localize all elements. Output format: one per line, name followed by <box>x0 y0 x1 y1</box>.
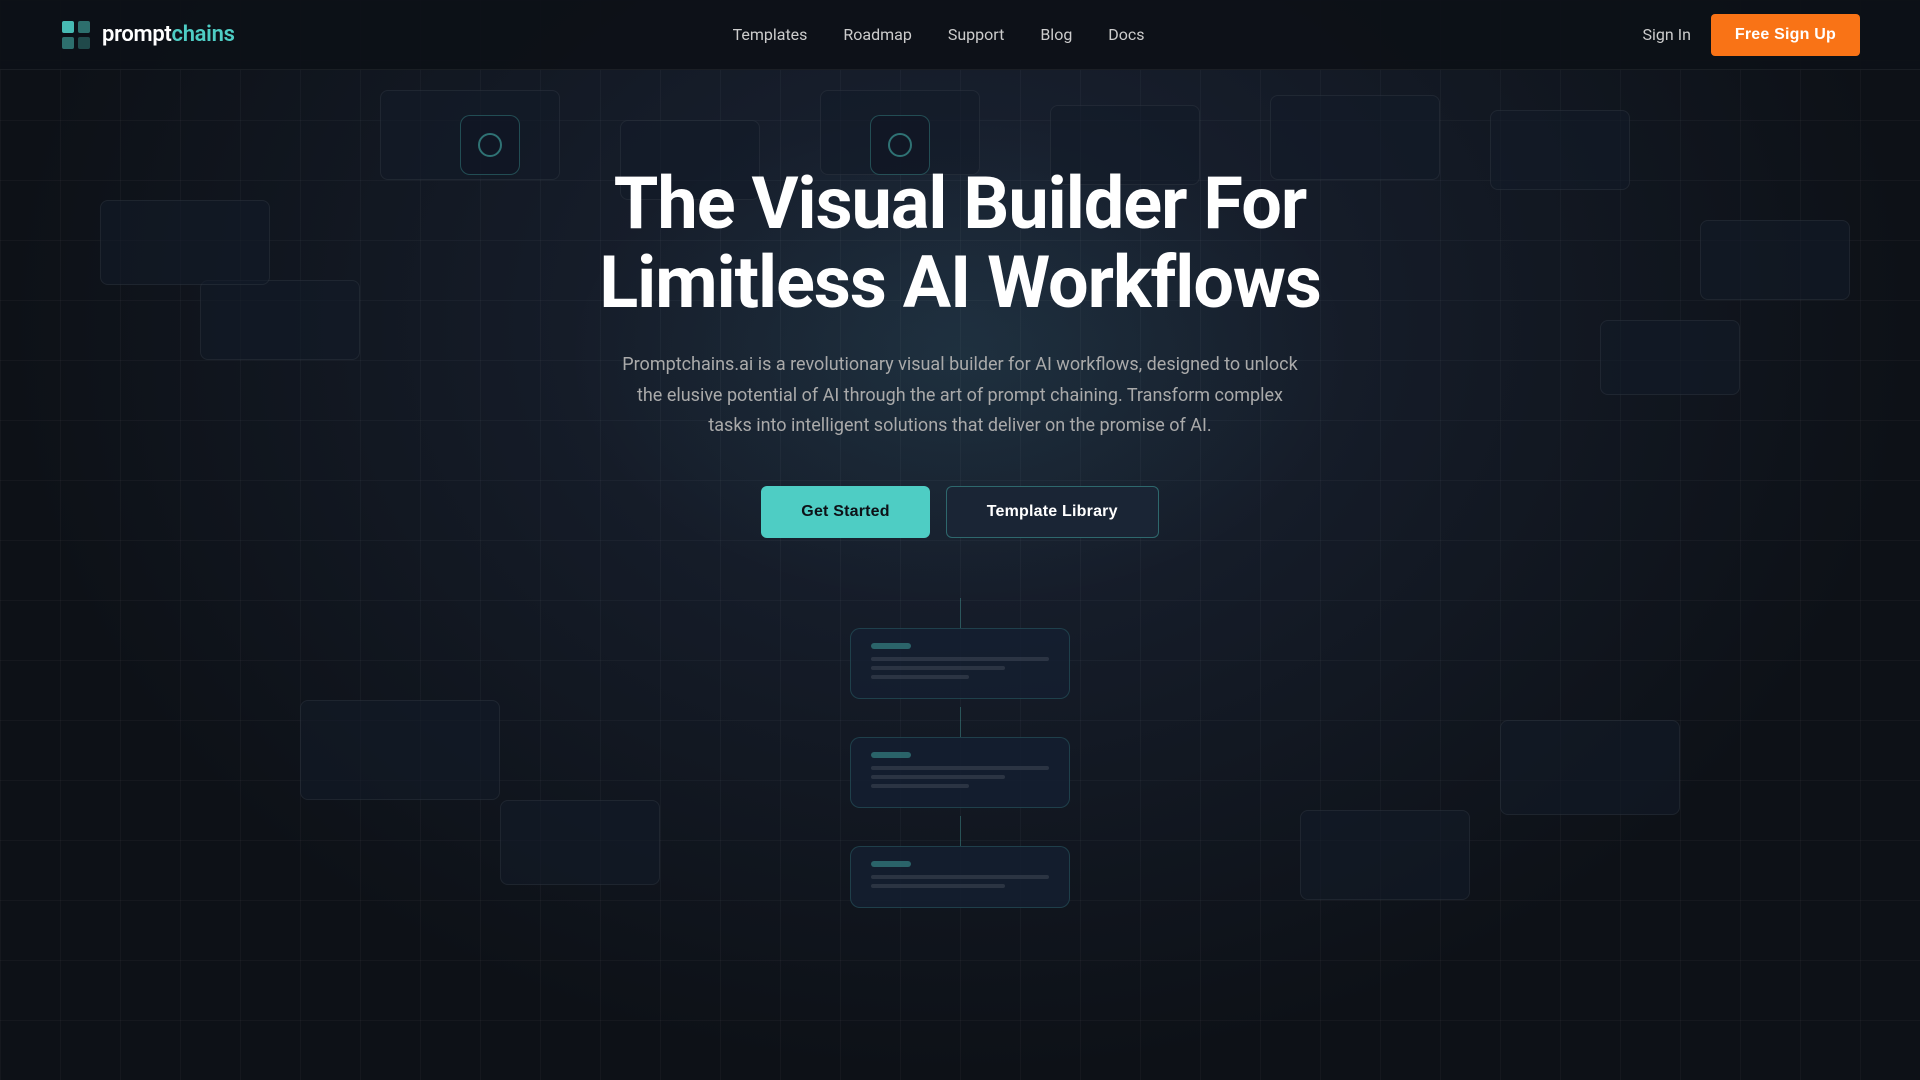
logo-icon <box>60 19 92 51</box>
free-signup-button[interactable]: Free Sign Up <box>1711 14 1860 56</box>
navbar: promptchains Templates Roadmap Support B… <box>0 0 1920 70</box>
preview-node-1-header <box>871 643 911 649</box>
template-library-button[interactable]: Template Library <box>946 486 1159 538</box>
preview-node-2 <box>850 737 1070 808</box>
preview-node-2-line-3 <box>871 784 969 788</box>
preview-node-1-line-3 <box>871 675 969 679</box>
logo-text: promptchains <box>102 22 235 47</box>
preview-node-2-line-1 <box>871 766 1049 770</box>
logo[interactable]: promptchains <box>60 19 235 51</box>
hero-content: The Visual Builder For Limitless AI Work… <box>559 164 1361 538</box>
preview-node-3-line-1 <box>871 875 1049 879</box>
hero-buttons: Get Started Template Library <box>599 486 1321 538</box>
hero-section: The Visual Builder For Limitless AI Work… <box>0 0 1920 1080</box>
nav-item-templates[interactable]: Templates <box>733 25 808 44</box>
preview-node-1-line-1 <box>871 657 1049 661</box>
hero-subtitle: Promptchains.ai is a revolutionary visua… <box>620 350 1300 442</box>
preview-node-1 <box>850 628 1070 699</box>
hero-preview <box>720 598 1200 916</box>
nav-links: Templates Roadmap Support Blog Docs <box>733 25 1145 44</box>
nav-item-docs[interactable]: Docs <box>1108 25 1144 44</box>
preview-node-2-line-2 <box>871 775 1005 779</box>
nav-item-blog[interactable]: Blog <box>1040 25 1072 44</box>
get-started-button[interactable]: Get Started <box>761 486 929 538</box>
nav-right: Sign In Free Sign Up <box>1643 14 1860 56</box>
sign-in-link[interactable]: Sign In <box>1643 25 1691 44</box>
preview-connector-mid <box>960 707 961 737</box>
preview-node-2-header <box>871 752 911 758</box>
preview-connector-top <box>960 598 961 628</box>
preview-connector-bottom <box>960 816 961 846</box>
preview-node-3 <box>850 846 1070 908</box>
nav-item-roadmap[interactable]: Roadmap <box>843 25 911 44</box>
hero-title: The Visual Builder For Limitless AI Work… <box>599 164 1321 322</box>
preview-node-3-line-2 <box>871 884 1005 888</box>
preview-node-1-line-2 <box>871 666 1005 670</box>
nav-item-support[interactable]: Support <box>948 25 1004 44</box>
preview-node-3-header <box>871 861 911 867</box>
